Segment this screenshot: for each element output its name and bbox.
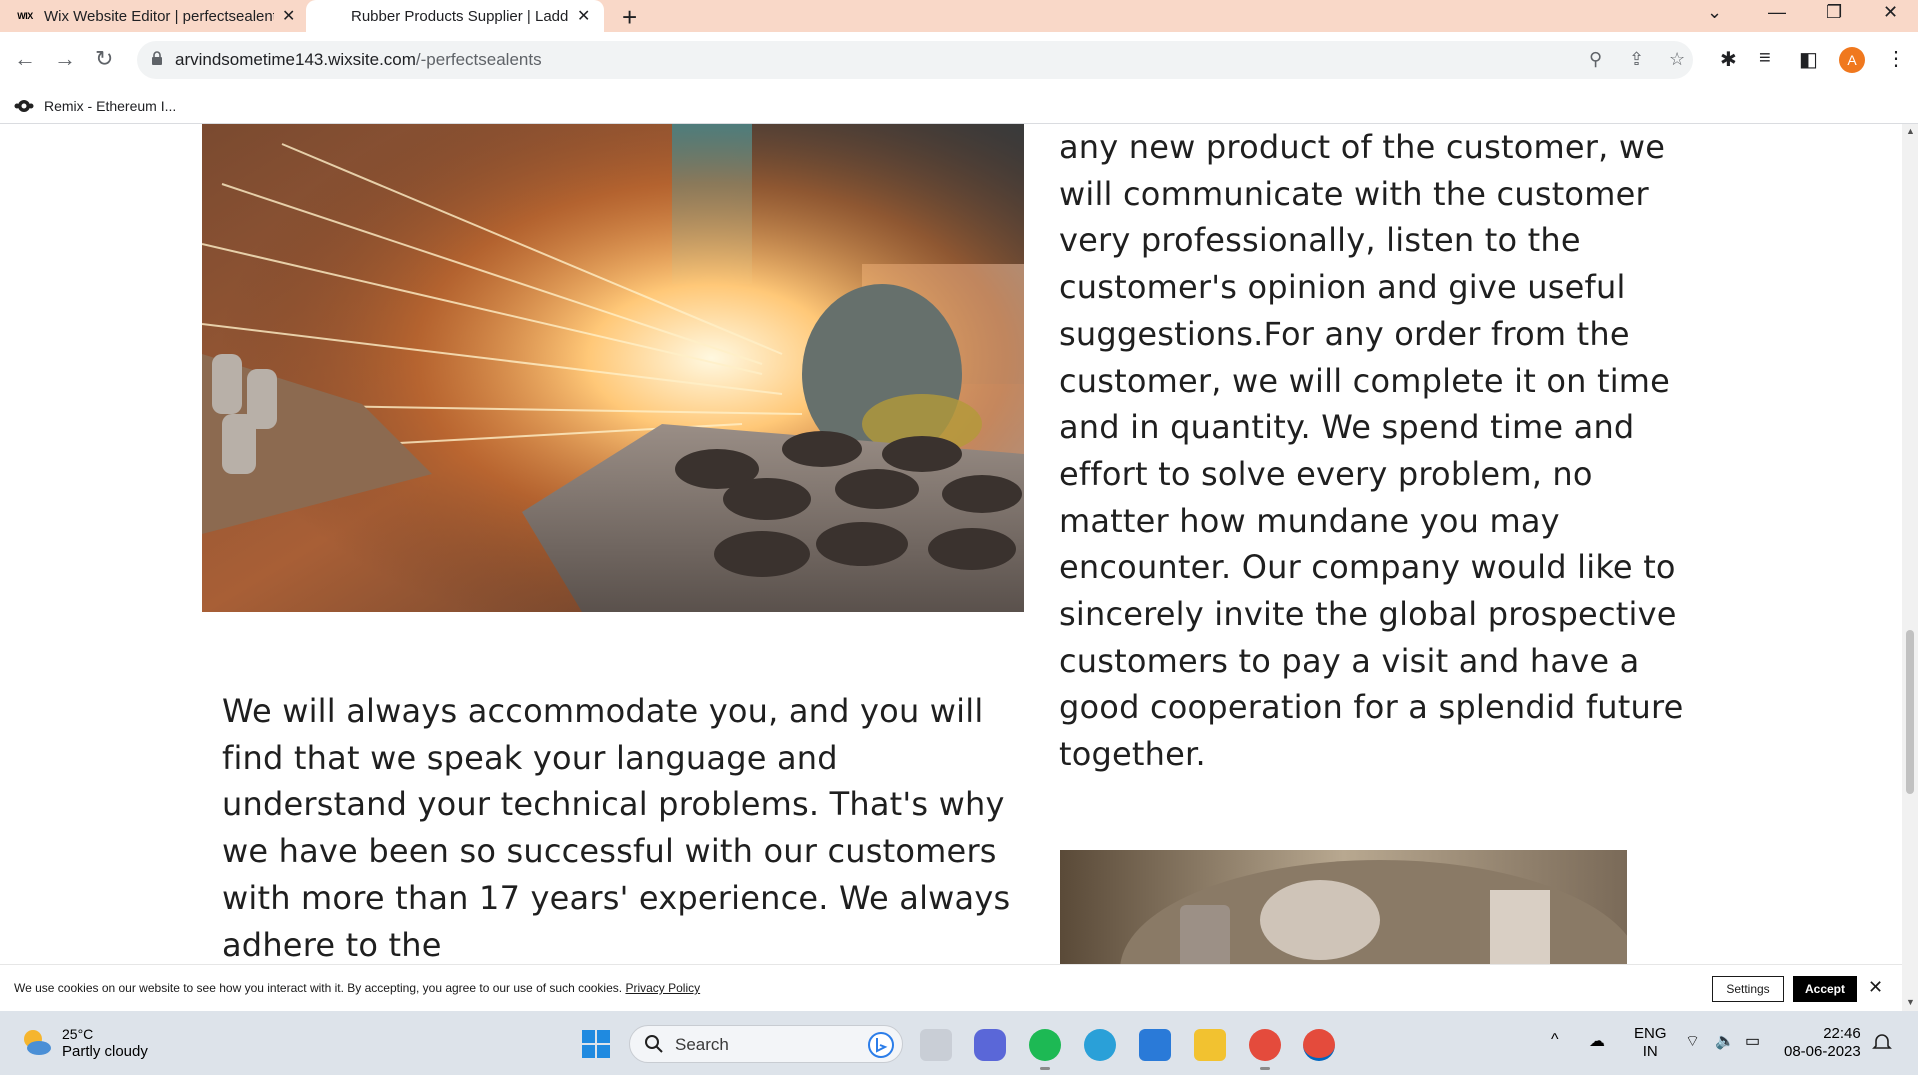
chrome-icon[interactable] bbox=[1249, 1029, 1281, 1061]
cookie-settings-button[interactable]: Settings bbox=[1712, 976, 1784, 1002]
wix-favicon-icon: WIX bbox=[17, 11, 33, 21]
file-explorer-icon[interactable] bbox=[1194, 1029, 1226, 1061]
bookmark-star-icon[interactable]: ☆ bbox=[1669, 49, 1685, 70]
spotify-icon[interactable] bbox=[1029, 1029, 1061, 1061]
address-bar[interactable]: arvindsometime143.wixsite.com/-perfectse… bbox=[137, 41, 1693, 79]
task-view-icon[interactable] bbox=[920, 1029, 952, 1061]
wifi-icon[interactable]: ⌔ bbox=[1685, 1031, 1700, 1051]
teams-chat-icon[interactable] bbox=[974, 1029, 1006, 1061]
close-tab-icon[interactable]: ✕ bbox=[282, 6, 295, 26]
bookmark-remix[interactable]: Remix - Ethereum I... bbox=[14, 97, 176, 115]
forward-icon[interactable]: → bbox=[54, 46, 76, 72]
lock-icon bbox=[152, 51, 162, 65]
url-text: arvindsometime143.wixsite.com/-perfectse… bbox=[175, 50, 542, 69]
battery-icon[interactable]: ▭ bbox=[1745, 1031, 1760, 1051]
volume-icon[interactable]: 🔈 bbox=[1715, 1031, 1735, 1051]
tab-strip: WIX Wix Website Editor | perfectsealents… bbox=[0, 0, 1918, 32]
system-clock[interactable]: 22:46 08-06-2023 bbox=[1784, 1025, 1861, 1061]
back-icon[interactable]: ← bbox=[14, 46, 36, 72]
bing-icon[interactable] bbox=[868, 1032, 894, 1058]
edge-icon[interactable] bbox=[1084, 1029, 1116, 1061]
reload-icon[interactable]: ↻ bbox=[95, 46, 113, 72]
tab-title: Rubber Products Supplier | Ladder bbox=[351, 7, 569, 25]
privacy-policy-link[interactable]: Privacy Policy bbox=[625, 981, 700, 995]
tab-rubber-products[interactable]: Rubber Products Supplier | Ladder ✕ bbox=[306, 0, 604, 32]
onedrive-icon[interactable]: ☁ bbox=[1589, 1031, 1605, 1051]
weather-description: Partly cloudy bbox=[62, 1043, 148, 1060]
scroll-up-arrow-icon[interactable]: ▲ bbox=[1906, 126, 1915, 136]
share-icon[interactable]: ⇪ bbox=[1629, 49, 1644, 70]
chrome-profile-icon[interactable] bbox=[1303, 1029, 1335, 1061]
tab-wix-editor[interactable]: WIX Wix Website Editor | perfectsealents… bbox=[14, 0, 304, 32]
profile-avatar[interactable]: A bbox=[1839, 47, 1865, 73]
minimize-icon[interactable]: — bbox=[1768, 2, 1786, 23]
running-indicator bbox=[1040, 1067, 1050, 1070]
language-indicator[interactable]: ENG IN bbox=[1634, 1025, 1667, 1061]
scroll-down-arrow-icon[interactable]: ▼ bbox=[1906, 997, 1915, 1007]
scroll-thumb[interactable] bbox=[1906, 630, 1914, 794]
new-tab-button[interactable]: + bbox=[622, 2, 637, 33]
browser-toolbar: ← → ↻ arvindsometime143.wixsite.com/-per… bbox=[0, 32, 1918, 88]
zoom-icon[interactable]: ⚲ bbox=[1589, 49, 1602, 70]
partly-cloudy-icon bbox=[24, 1030, 51, 1055]
restore-icon[interactable]: ❐ bbox=[1826, 2, 1842, 23]
search-icon bbox=[645, 1035, 663, 1053]
weather-widget[interactable]: 25°C Partly cloudy bbox=[20, 1025, 148, 1061]
show-hidden-icons-icon[interactable]: ^ bbox=[1551, 1031, 1559, 1049]
tab-search-chevron-icon[interactable]: ⌄ bbox=[1707, 2, 1722, 23]
tab-title: Wix Website Editor | perfectsealents bbox=[44, 7, 274, 25]
cookie-message: We use cookies on our website to see how… bbox=[14, 981, 701, 995]
weather-temperature: 25°C bbox=[62, 1026, 94, 1042]
windows-start-icon[interactable] bbox=[582, 1030, 610, 1058]
notification-icon[interactable] bbox=[1872, 1033, 1892, 1053]
running-indicator bbox=[1260, 1067, 1270, 1070]
remix-logo-icon bbox=[14, 100, 34, 112]
taskbar-search[interactable]: Search bbox=[629, 1025, 903, 1063]
bookmarks-bar: Remix - Ethereum I... bbox=[0, 88, 1918, 124]
close-window-icon[interactable]: ✕ bbox=[1883, 2, 1898, 23]
extensions-icon[interactable]: ✱ bbox=[1720, 47, 1737, 72]
mail-icon[interactable] bbox=[1139, 1029, 1171, 1061]
left-paragraph: We will always accommodate you, and you … bbox=[222, 692, 1011, 964]
cookie-accept-button[interactable]: Accept bbox=[1793, 976, 1857, 1002]
close-icon[interactable]: ✕ bbox=[1868, 977, 1883, 998]
angle-grinder-photo bbox=[202, 124, 1024, 612]
menu-kebab-icon[interactable]: ⋮ bbox=[1886, 46, 1906, 71]
right-paragraph: any new product of the customer, we will… bbox=[1059, 128, 1684, 774]
bookmark-label: Remix - Ethereum I... bbox=[44, 98, 177, 114]
close-tab-icon[interactable]: ✕ bbox=[577, 6, 590, 26]
lathe-photo bbox=[1060, 850, 1627, 964]
media-queue-icon[interactable]: ≡ bbox=[1759, 47, 1771, 70]
windows-taskbar: 25°C Partly cloudy Search ^ ☁ ENG IN ⌔ 🔈… bbox=[0, 1011, 1918, 1075]
search-label: Search bbox=[675, 1035, 729, 1054]
cookie-banner: We use cookies on our website to see how… bbox=[0, 964, 1902, 1011]
side-panel-icon[interactable]: ◧ bbox=[1799, 47, 1818, 72]
page-scrollbar[interactable]: ▲ ▼ bbox=[1902, 124, 1918, 1011]
web-page: any new product of the customer, we will… bbox=[0, 124, 1902, 964]
